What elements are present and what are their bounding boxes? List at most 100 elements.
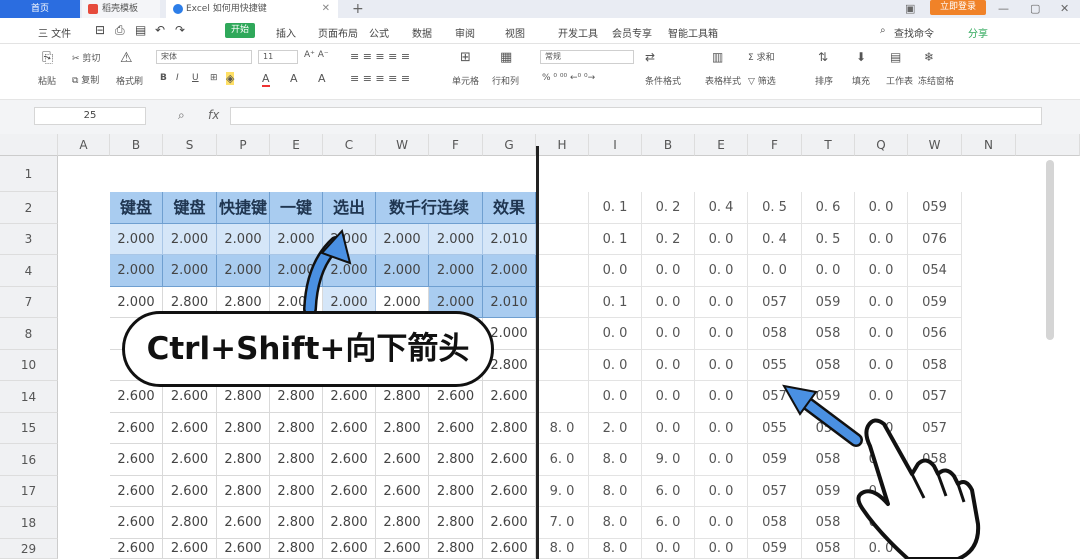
data-cell[interactable]: 2.600 — [163, 413, 217, 444]
data-cell[interactable]: 8. 0 — [589, 539, 642, 559]
minimize-icon[interactable]: — — [998, 0, 1009, 18]
data-cell[interactable]: 2. 0 — [589, 413, 642, 444]
data-cell[interactable]: 8. 0 — [536, 413, 589, 444]
data-cell[interactable]: 059 — [748, 539, 802, 559]
cond-format-button[interactable]: 条件格式 — [645, 74, 681, 87]
data-cell[interactable]: 2.800 — [270, 413, 323, 444]
data-cell[interactable]: 0. 0 — [695, 255, 748, 287]
highlight-icon[interactable]: A — [318, 72, 326, 85]
data-cell[interactable]: 2.800 — [217, 444, 270, 476]
data-cell[interactable]: 2.800 — [429, 444, 483, 476]
fx-icon[interactable]: fx — [208, 108, 219, 122]
data-cell[interactable]: 058 — [748, 507, 802, 539]
row-header[interactable]: 16 — [0, 444, 58, 476]
column-header[interactable]: P — [217, 134, 270, 156]
data-cell[interactable]: 2.000 — [376, 224, 429, 255]
data-cell[interactable]: 0. 0 — [642, 350, 695, 381]
data-cell[interactable]: 0. 4 — [695, 192, 748, 224]
worksheet-button[interactable]: 工作表 — [886, 74, 913, 87]
data-cell[interactable]: 8. 0 — [589, 507, 642, 539]
row-header[interactable]: 18 — [0, 507, 58, 539]
data-cell[interactable]: 2.600 — [110, 444, 163, 476]
data-cell[interactable]: 2.600 — [110, 476, 163, 507]
column-header[interactable]: W — [908, 134, 962, 156]
data-cell[interactable]: 8. 0 — [589, 476, 642, 507]
data-cell[interactable]: 058 — [748, 318, 802, 350]
data-cell[interactable] — [536, 255, 589, 287]
data-cell[interactable]: 0. 0 — [695, 318, 748, 350]
data-cell[interactable]: 2.600 — [483, 381, 536, 413]
data-cell[interactable]: 2.600 — [163, 539, 217, 559]
column-header[interactable]: E — [270, 134, 323, 156]
data-cell[interactable]: 059 — [802, 287, 855, 318]
close-tab-icon[interactable]: ✕ — [322, 0, 330, 18]
data-cell[interactable]: 0. 0 — [695, 350, 748, 381]
data-cell[interactable]: 0. 0 — [695, 444, 748, 476]
row-header[interactable]: 8 — [0, 318, 58, 350]
table-style-icon[interactable]: ▥ — [712, 50, 723, 64]
data-cell[interactable]: 2.000 — [429, 255, 483, 287]
data-cell[interactable]: 6. 0 — [536, 444, 589, 476]
fill-icon[interactable]: ⬇ — [856, 50, 866, 64]
data-cell[interactable]: 2.800 — [376, 413, 429, 444]
data-cell[interactable]: 0. 0 — [642, 318, 695, 350]
data-cell[interactable]: 2.600 — [217, 539, 270, 559]
underline-icon[interactable]: U — [192, 73, 199, 83]
header-cell[interactable]: 键盘 — [110, 192, 163, 224]
column-header[interactable]: H — [536, 134, 589, 156]
tab-home[interactable]: 首页 — [0, 0, 80, 18]
data-cell[interactable]: 2.800 — [270, 476, 323, 507]
select-all-corner[interactable] — [0, 134, 58, 156]
data-cell[interactable]: 7. 0 — [536, 507, 589, 539]
menu-insert[interactable]: 插入 — [276, 25, 296, 40]
data-cell[interactable]: 057 — [908, 381, 962, 413]
font-color-icon[interactable]: A — [262, 72, 270, 87]
font-size-select[interactable]: 11 — [258, 50, 298, 64]
column-header[interactable]: F — [748, 134, 802, 156]
data-cell[interactable]: 0. 1 — [589, 287, 642, 318]
column-header[interactable]: E — [695, 134, 748, 156]
data-cell[interactable]: 054 — [908, 255, 962, 287]
data-cell[interactable]: 2.600 — [110, 413, 163, 444]
data-cell[interactable]: 056 — [908, 318, 962, 350]
data-cell[interactable]: 6. 0 — [642, 476, 695, 507]
header-cell[interactable]: 效果 — [483, 192, 536, 224]
data-cell[interactable]: 2.000 — [217, 255, 270, 287]
data-cell[interactable]: 058 — [802, 318, 855, 350]
save-icon[interactable]: ⊟ — [95, 23, 105, 37]
header-cell[interactable]: 数千行连续 — [376, 192, 483, 224]
row-header[interactable]: 17 — [0, 476, 58, 507]
search-icon[interactable]: ⌕ — [880, 25, 886, 36]
menu-member[interactable]: 会员专享 — [612, 25, 652, 40]
data-cell[interactable]: 0. 0 — [695, 539, 748, 559]
data-cell[interactable] — [536, 381, 589, 413]
data-cell[interactable]: 059 — [908, 287, 962, 318]
data-cell[interactable]: 2.000 — [217, 224, 270, 255]
data-cell[interactable]: 0. 0 — [642, 287, 695, 318]
row-header[interactable]: 15 — [0, 413, 58, 444]
worksheet-icon[interactable]: ▤ — [890, 50, 901, 64]
formula-input[interactable] — [230, 107, 1042, 125]
freeze-icon[interactable]: ❄ — [924, 50, 934, 64]
column-header[interactable]: Q — [855, 134, 908, 156]
tab-document[interactable]: Excel 如何用快捷键 ✕ — [166, 0, 338, 18]
name-box[interactable]: 25 — [34, 107, 146, 125]
data-cell[interactable]: 2.800 — [429, 539, 483, 559]
zoom-icon[interactable]: ⌕ — [178, 108, 185, 123]
data-cell[interactable]: 2.000 — [376, 255, 429, 287]
data-cell[interactable]: 2.600 — [323, 413, 376, 444]
data-cell[interactable]: 2.800 — [270, 507, 323, 539]
paste-icon[interactable]: ⎘ — [42, 50, 53, 66]
border-icon[interactable]: ⊞ — [210, 73, 218, 83]
column-header[interactable]: F — [429, 134, 483, 156]
data-cell[interactable]: 2.600 — [110, 507, 163, 539]
data-cell[interactable]: 0. 0 — [642, 539, 695, 559]
header-cell[interactable]: 选出 — [323, 192, 376, 224]
data-cell[interactable]: 2.800 — [270, 539, 323, 559]
data-cell[interactable]: 0. 1 — [589, 224, 642, 255]
login-button[interactable]: 立即登录 — [930, 0, 986, 15]
align-top-icon[interactable]: ≡ ≡ ≡ ≡ ≡ — [350, 50, 410, 63]
vertical-scrollbar[interactable] — [1046, 160, 1054, 340]
data-cell[interactable]: 055 — [748, 350, 802, 381]
data-cell[interactable]: 0. 0 — [642, 381, 695, 413]
